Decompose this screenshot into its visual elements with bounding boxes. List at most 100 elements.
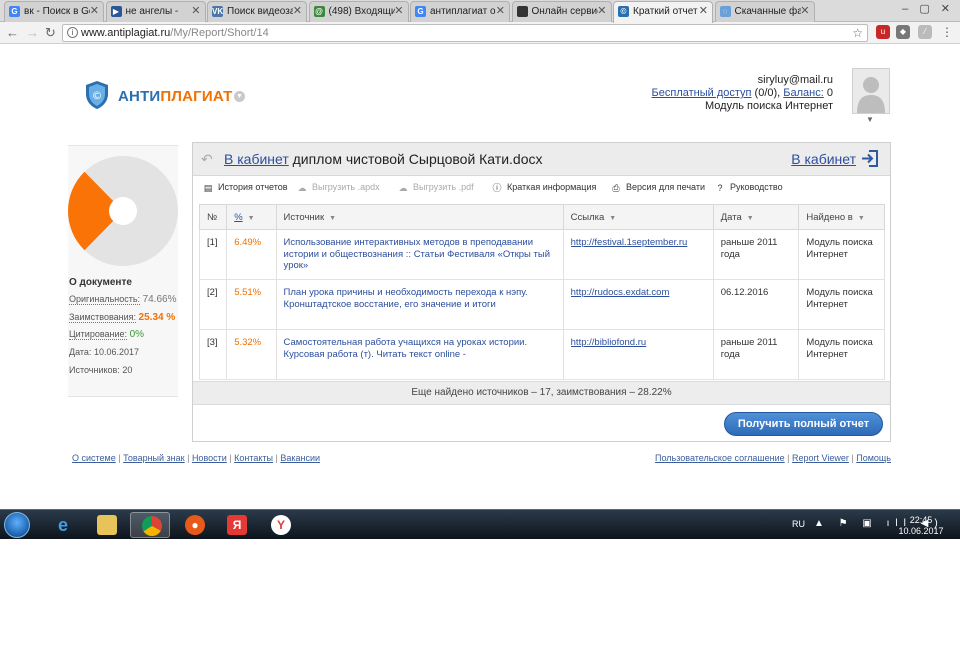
browser-tab[interactable]: Gвк - Поиск в Google✕ (4, 1, 104, 22)
footer-link-trademark[interactable]: Товарный знак (123, 453, 185, 463)
row-link[interactable]: http://festival.1september.ru (571, 237, 706, 249)
avatar-caret-icon[interactable]: ▼ (866, 115, 874, 124)
footer-link-contacts[interactable]: Контакты (234, 453, 273, 463)
browser-tab[interactable]: ▶ не ангелы - ✕ (105, 1, 206, 22)
row-source[interactable]: Самостоятельная работа учащихся на урока… (275, 329, 564, 380)
exit-to-cabinet-icon[interactable] (860, 149, 879, 168)
short-info-action[interactable]: ⓘ Краткая информация (492, 182, 596, 193)
taskbar-chrome[interactable] (130, 512, 170, 538)
guide-action[interactable]: ? Руководство (715, 182, 782, 193)
browser-tab[interactable]: Gантиплагиат он ✕ (410, 1, 510, 22)
browser-tab[interactable]: Онлайн сервис ✕ (511, 1, 612, 22)
row-num: [1] (198, 229, 228, 280)
citation-label[interactable]: Цитирование: (69, 329, 128, 340)
close-icon[interactable]: ✕ (800, 2, 809, 21)
browser-tab[interactable]: ◌Скачанные фай✕ (714, 1, 815, 22)
bookmark-star-icon[interactable]: ☆ (852, 25, 863, 41)
col-link[interactable]: Ссылка ▼ (562, 204, 714, 230)
close-icon[interactable]: ✕ (191, 2, 200, 21)
footer-link-about[interactable]: О системе (72, 453, 116, 463)
menu-icon[interactable]: ⋮ (940, 25, 954, 39)
antiplagiat-logo-shield-icon[interactable]: © (84, 80, 110, 110)
footer-left-links: О системе | Товарный знак | Новости | Ко… (72, 453, 321, 463)
taskbar-yandex-browser[interactable]: Я (216, 512, 256, 538)
row-pct: 5.32% (226, 329, 277, 380)
row-link[interactable]: http://bibliofond.ru (571, 337, 706, 349)
row-link[interactable]: http://rudocs.exdat.com (571, 287, 706, 299)
close-icon[interactable]: ✕ (597, 2, 606, 21)
logo-dropdown-icon[interactable]: ▼ (234, 91, 245, 102)
export-apdx-label: Выгрузить .apdx (312, 182, 380, 192)
date-label: Дата: (69, 347, 92, 357)
browser-toolbar: ← → ↻ i www.antiplagiat.ru/My/Report/Sho… (0, 22, 960, 44)
antiplagiat-logo-text[interactable]: АНТИПЛАГИАТ (118, 88, 233, 105)
close-icon[interactable]: ✕ (496, 2, 505, 21)
footer-link-agreement[interactable]: Пользовательское соглашение (655, 453, 785, 463)
back-arrow-icon[interactable]: ↶ (201, 151, 213, 168)
col-date-label: Дата (720, 211, 742, 223)
window-controls[interactable]: – ▢ ✕ (902, 2, 954, 15)
start-button[interactable] (4, 512, 30, 538)
close-icon[interactable]: ✕ (699, 2, 708, 21)
get-full-report-button[interactable]: Получить полный отчет (724, 412, 883, 436)
tab-title: Онлайн сервис (531, 6, 598, 17)
col-date[interactable]: Дата ▼ (712, 204, 800, 230)
history-action[interactable]: ▤ История отчетов (203, 182, 288, 193)
col-num[interactable]: № (198, 204, 228, 230)
address-bar[interactable]: i www.antiplagiat.ru/My/Report/Short/14 … (62, 24, 868, 42)
row-date: раньше 2011 года (712, 229, 800, 280)
browser-tab[interactable]: © Краткий отчет ✕ (613, 1, 713, 23)
info-icon[interactable]: i (67, 27, 78, 38)
originality-label[interactable]: Оригинальность: (69, 294, 141, 305)
folder-icon (97, 515, 117, 535)
close-icon[interactable]: ✕ (293, 2, 302, 21)
yandex-browser-icon: Я (227, 515, 247, 535)
footer-link-vacancies[interactable]: Вакансии (280, 453, 320, 463)
extension-grey-icon[interactable]: ◆ (896, 25, 910, 39)
footer-link-news[interactable]: Новости (192, 453, 227, 463)
tab-title: Краткий отчет (633, 6, 698, 17)
row-date: 06.12.2016 (712, 279, 800, 330)
close-icon[interactable]: ✕ (90, 2, 99, 21)
extension-light-icon[interactable]: ⁄ (918, 25, 932, 39)
borrow-label[interactable]: Заимствования: (69, 312, 137, 323)
antiplagiat-icon: © (618, 6, 629, 17)
pie-chart (68, 156, 178, 266)
forward-icon[interactable]: → (26, 24, 39, 42)
col-pct[interactable]: % ▼ (226, 204, 277, 230)
cabinet-link[interactable]: В кабинет (224, 151, 289, 167)
dark-site-icon (516, 6, 528, 17)
row-source[interactable]: План урока причины и необходимость перех… (275, 279, 564, 330)
taskbar-explorer[interactable] (86, 512, 126, 538)
browser-tab[interactable]: @ (498) Входящи ✕ (308, 1, 409, 22)
tab-title: антиплагиат он (430, 6, 496, 17)
taskbar-yandex[interactable]: Y (260, 512, 300, 538)
clock-date: 10.06.2017 (898, 526, 944, 536)
tray-clock[interactable]: 22:45 10.06.2017 (896, 515, 946, 537)
print-action[interactable]: ⎙ Версия для печати (611, 182, 705, 193)
close-icon[interactable]: ✕ (394, 2, 403, 21)
taskbar-ie[interactable]: e (42, 512, 82, 538)
mail-icon: @ (313, 6, 325, 17)
cabinet-link-right[interactable]: В кабинет (791, 151, 856, 167)
col-source[interactable]: Источник ▼ (275, 204, 564, 230)
row-source[interactable]: Использование интерактивных методов в пр… (275, 229, 564, 280)
balance-link[interactable]: Баланс: (783, 87, 824, 99)
row-pct: 5.51% (226, 279, 277, 330)
browser-tab[interactable]: VK Поиск видеоза ✕ (207, 1, 307, 22)
footer-link-report-viewer[interactable]: Report Viewer (792, 453, 849, 463)
footer-link-help[interactable]: Помощь (856, 453, 891, 463)
youtube-icon: ▶ (110, 6, 122, 17)
tab-title: вк - Поиск в Google (24, 6, 90, 17)
avatar[interactable] (852, 68, 890, 114)
extension-red-icon[interactable]: u (876, 25, 890, 39)
reload-icon[interactable]: ↻ (45, 24, 56, 42)
table-row: [2] 5.51% План урока причины и необходим… (198, 279, 885, 330)
back-icon[interactable]: ← (6, 24, 19, 42)
col-found[interactable]: Найдено в ▼ (798, 204, 885, 230)
export-apdx-action: ☁ Выгрузить .apdx (297, 182, 380, 193)
row-found: Модуль поиска Интернет (798, 329, 885, 380)
tray-language[interactable]: RU (792, 519, 805, 529)
taskbar-media[interactable]: ● (174, 512, 214, 538)
free-access-link[interactable]: Бесплатный доступ (652, 87, 752, 99)
